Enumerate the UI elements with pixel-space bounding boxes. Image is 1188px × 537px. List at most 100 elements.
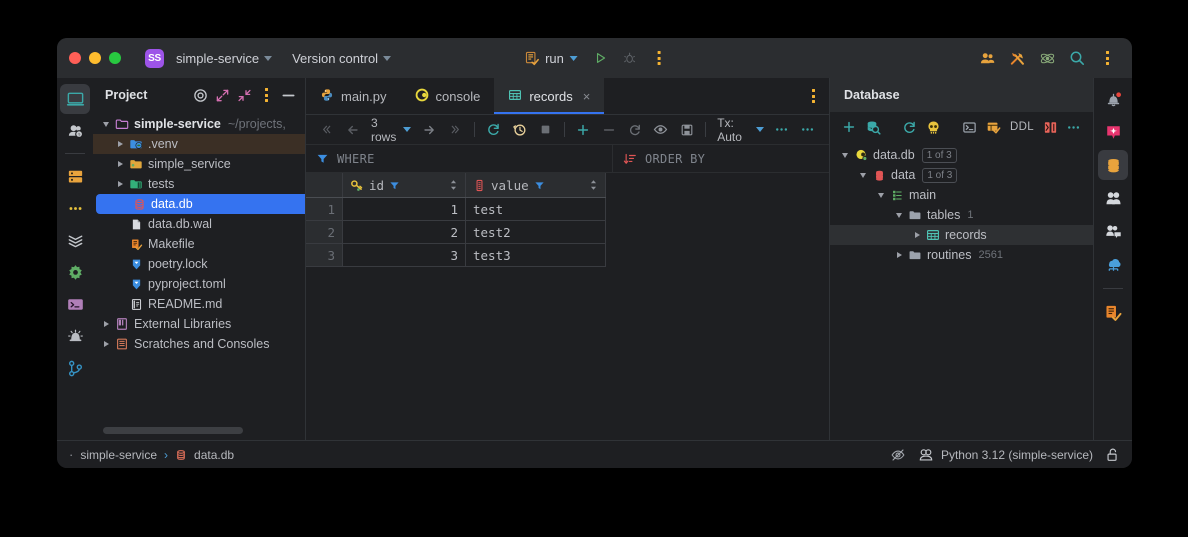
tree-toggle[interactable] [99,321,113,327]
code-review-button[interactable] [1098,216,1128,246]
search-database-button[interactable] [862,116,884,138]
filter-funnel-icon[interactable] [389,180,400,191]
scroll-from-source-button[interactable] [190,85,210,105]
table-row[interactable]: 2 2 test2 [306,221,606,244]
data-editor-button[interactable] [1040,116,1062,138]
stop-button[interactable] [533,119,558,140]
problems-tool-button[interactable] [60,321,90,351]
git-tool-button[interactable] [60,353,90,383]
close-window-button[interactable] [69,52,81,64]
modify-table-button[interactable] [982,116,1004,138]
editor-options-button[interactable] [798,78,829,114]
db-tree-item-records[interactable]: records [830,225,1093,245]
cell-value[interactable]: test3 [466,244,606,267]
project-tree[interactable]: simple-service ~/projects, .venv [93,112,305,440]
db-tree-item-routines[interactable]: routines 2561 [830,245,1093,265]
column-header-value[interactable]: value [466,173,606,198]
project-horizontal-scrollbar[interactable] [103,427,243,434]
tree-item-poetry-lock[interactable]: poetry.lock [93,254,305,274]
grid-options-button[interactable] [770,119,795,140]
collapse-all-button[interactable] [234,85,254,105]
cell-id[interactable]: 1 [343,198,466,221]
tree-item-simple-service[interactable]: simple-service ~/projects, [93,114,305,134]
cell-id[interactable]: 3 [343,244,466,267]
settings-tools-button[interactable] [1004,46,1030,70]
tree-toggle[interactable] [874,193,888,198]
tab-main-py[interactable]: main.py [306,78,401,114]
terminal-tool-button[interactable] [60,289,90,319]
team-button[interactable] [1098,183,1128,213]
data-grid[interactable]: id [306,173,829,267]
table-row[interactable]: 3 3 test3 [306,244,606,267]
structure-tool-button[interactable] [60,225,90,255]
refresh-database-button[interactable] [898,116,920,138]
database-tool-button[interactable] [60,161,90,191]
db-tree-item-data[interactable]: data 1 of 3 [830,165,1093,185]
tree-toggle[interactable] [910,232,924,238]
tree-item-data-db[interactable]: data.db [96,194,305,214]
run-button[interactable] [588,46,614,70]
maximize-window-button[interactable] [109,52,121,64]
cell-value[interactable]: test2 [466,221,606,244]
cell-value[interactable]: test [466,198,606,221]
filter-funnel-icon[interactable] [534,180,545,191]
main-menu-button[interactable] [1094,46,1120,70]
ai-chat-button[interactable] [1098,117,1128,147]
search-button[interactable] [1064,46,1090,70]
tree-item-simple-service-pkg[interactable]: simple_service [93,154,305,174]
save-button[interactable] [674,119,699,140]
database-side-button[interactable] [1098,150,1128,180]
tree-toggle[interactable] [99,341,113,347]
remote-services-button[interactable] [1098,249,1128,279]
where-filter-input[interactable]: WHERE [306,145,613,172]
tree-toggle[interactable] [892,213,906,218]
revert-changes-button[interactable] [622,119,647,140]
more-tools-button[interactable] [60,193,90,223]
settings-tool-button[interactable] [60,257,90,287]
more-run-options-button[interactable] [646,46,672,70]
hide-panel-button[interactable] [278,85,298,105]
tree-item-readme[interactable]: README.md [93,294,305,314]
notifications-button[interactable] [1098,84,1128,114]
power-save-mode-button[interactable] [890,447,906,463]
tree-item-external-libraries[interactable]: External Libraries [93,314,305,334]
tree-item-tests[interactable]: tests [93,174,305,194]
last-page-button[interactable] [443,119,468,140]
db-tree-item-tables[interactable]: tables 1 [830,205,1093,225]
transaction-mode-selector[interactable]: Tx: Auto [712,119,769,140]
db-tree-item-data-db[interactable]: data.db 1 of 3 [830,145,1093,165]
order-by-input[interactable]: ORDER BY [613,145,829,172]
project-options-button[interactable] [256,85,276,105]
db-tree-item-main[interactable]: main [830,185,1093,205]
expand-all-button[interactable] [212,85,232,105]
add-datasource-button[interactable] [838,116,860,138]
tree-item-venv[interactable]: .venv [93,134,305,154]
history-button[interactable] [507,119,532,140]
breadcrumb-project[interactable]: simple-service [80,448,157,462]
tree-toggle[interactable] [113,161,127,167]
tree-item-makefile[interactable]: Makefile [93,234,305,254]
tree-item-data-db-wal[interactable]: data.db.wal [93,214,305,234]
database-tree[interactable]: data.db 1 of 3 data 1 of [830,142,1093,440]
interpreter-selector[interactable]: Python 3.12 (simple-service) [918,447,1093,463]
run-configuration-selector[interactable]: run [517,48,585,69]
tree-toggle[interactable] [892,252,906,258]
minimize-window-button[interactable] [89,52,101,64]
debug-button[interactable] [617,46,643,70]
table-row[interactable]: 1 1 test [306,198,606,221]
next-page-button[interactable] [417,119,442,140]
open-console-button[interactable] [958,116,980,138]
sort-toggle-icon[interactable] [589,179,598,191]
delete-row-button[interactable] [596,119,621,140]
tree-toggle[interactable] [99,122,113,127]
tree-toggle[interactable] [113,181,127,187]
tree-toggle[interactable] [856,173,870,178]
add-row-button[interactable] [570,119,595,140]
tree-toggle[interactable] [838,153,852,158]
kill-session-button[interactable] [922,116,944,138]
write-protect-toggle[interactable] [1105,447,1120,463]
project-tool-button[interactable] [60,84,90,114]
version-control-selector[interactable]: Version control [286,48,397,69]
reload-page-button[interactable] [481,119,506,140]
more-grid-actions-button[interactable] [796,119,821,140]
